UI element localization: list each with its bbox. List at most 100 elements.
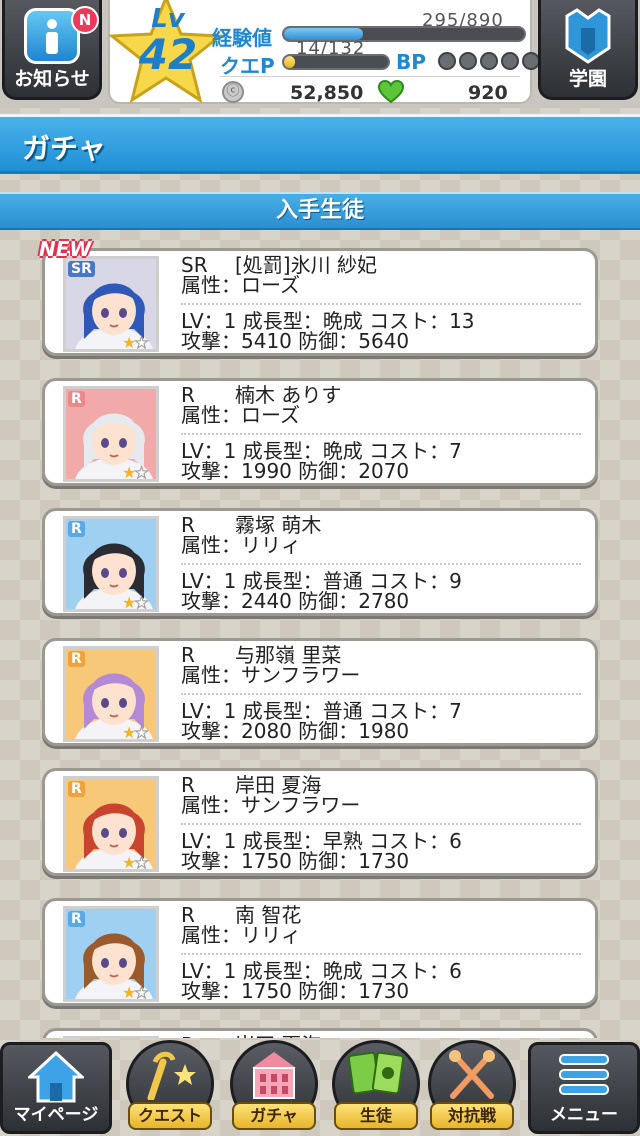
rarity-badge: R [68, 521, 85, 537]
rarity-text: R [181, 903, 195, 927]
nav-battle-label: 対抗戦 [430, 1102, 514, 1130]
student-level-info: LV：1 成長型：普通 コスト：7 [181, 699, 462, 723]
crossed-wands-icon [449, 1050, 495, 1099]
nav-quest-button[interactable]: クエスト [124, 1038, 216, 1134]
quest-points-label: クエP [220, 54, 275, 78]
student-card[interactable]: R ★★ R 与那嶺 里菜 属性：サンフラワー LV：1 成長型：普通 コスト：7 攻撃：2… [42, 638, 598, 746]
student-attack-defense: 攻撃：2080 防御：1980 [181, 719, 410, 743]
student-attack-defense: 攻撃：2440 防御：2780 [181, 589, 410, 613]
student-info: R 与那嶺 里菜 属性：サンフラワー LV：1 成長型：普通 コスト：7 攻撃：2080… [181, 645, 581, 741]
rarity-text: SR [181, 253, 208, 277]
student-name: 与那嶺 里菜 [235, 643, 342, 667]
rarity-badge: R [68, 391, 85, 407]
student-attribute: 属性：サンフラワー [181, 663, 361, 687]
level-display: Lv 42 [130, 4, 206, 76]
student-info: R 楠木 ありす 属性：ローズ LV：1 成長型：晩成 コスト：7 攻撃：1990 防御… [181, 385, 581, 481]
news-button[interactable]: N お知らせ [2, 0, 102, 100]
page-title: ガチャ [22, 132, 106, 165]
student-card[interactable]: R ★★ R 南 智花 属性：リリィ LV：1 成長型：晩成 コスト：6 攻撃：1750 防… [42, 898, 598, 1006]
building-icon [252, 1052, 296, 1099]
student-portrait: SR ★★ [63, 256, 159, 352]
info-divider [181, 303, 581, 305]
info-divider [181, 433, 581, 435]
bp-dot [438, 52, 456, 70]
rarity-text: R [181, 643, 195, 667]
coin-icon: ⓒ [222, 81, 244, 103]
exp-value: 295/890 [422, 10, 504, 31]
nav-mypage-label: マイページ [13, 1105, 99, 1125]
student-attack-defense: 攻撃：1750 防御：1730 [181, 849, 410, 873]
exp-label: 経験値 [212, 26, 272, 50]
student-attack-defense: 攻撃：1990 防御：2070 [181, 459, 410, 483]
student-card[interactable]: R ★★ R 楠木 ありす 属性：ローズ LV：1 成長型：晩成 コスト：7 攻撃：1990… [42, 378, 598, 486]
home-icon [28, 1051, 84, 1103]
student-attack-defense: 攻撃：5410 防御：5640 [181, 329, 410, 353]
student-card[interactable]: R ★★ R 岸田 夏海 属性：サンフラワー LV：1 成長型：早熟 コスト：6 攻撃：17… [42, 768, 598, 876]
student-portrait: R★★ [63, 386, 159, 482]
hamburger-menu-icon [559, 1054, 609, 1095]
rarity-badge: R [68, 781, 85, 797]
bp-dot [459, 52, 477, 70]
student-attack-defense: 攻撃：1750 防御：1730 [181, 979, 410, 1003]
bp-gauge [438, 52, 540, 70]
wand-icon [147, 1051, 196, 1100]
student-info: R 岸田 夏海 属性：サンフラワー LV：1 成長型：早熟 コスト：6 攻撃：1750 … [181, 775, 581, 871]
coin-count: 52,850 [290, 82, 364, 104]
news-label: お知らせ [14, 68, 90, 90]
heart-count: 920 [468, 82, 508, 104]
rarity-text: R [181, 513, 195, 537]
student-attribute: 属性：サンフラワー [181, 793, 361, 817]
student-info: SR [処罰]氷川 紗妃 属性：ローズ LV：1 成長型：晩成 コスト：13 攻撃：54… [181, 255, 581, 351]
info-divider [181, 953, 581, 955]
student-attribute: 属性：ローズ [181, 273, 300, 297]
level-number: 42 [138, 30, 198, 79]
student-level-info: LV：1 成長型：普通 コスト：9 [181, 569, 462, 593]
rarity-badge: R [68, 651, 85, 667]
shield-icon [565, 8, 611, 64]
nav-students-button[interactable]: 生徒 [330, 1038, 422, 1134]
student-level-info: LV：1 成長型：晩成 コスト：13 [181, 309, 475, 333]
section-title: 入手生徒 [0, 192, 640, 230]
student-info: R 霧塚 萌木 属性：リリィ LV：1 成長型：普通 コスト：9 攻撃：2440 防御：… [181, 515, 581, 611]
student-name: 南 智花 [235, 903, 302, 927]
student-portrait: R★★ [63, 906, 159, 1002]
nav-mypage-button[interactable]: マイページ [0, 1042, 112, 1134]
student-card[interactable]: R ★★ R 霧塚 萌木 属性：リリィ LV：1 成長型：普通 コスト：9 攻撃：2440 … [42, 508, 598, 616]
quest-points-value: 14/132 [296, 38, 366, 59]
student-level-info: LV：1 成長型：早熟 コスト：6 [181, 829, 462, 853]
student-info: R 南 智花 属性：リリィ LV：1 成長型：晩成 コスト：6 攻撃：1750 防御：1… [181, 905, 581, 1001]
student-attribute: 属性：リリィ [181, 533, 301, 557]
student-card[interactable]: SR ★★ NEW SR [処罰]氷川 紗妃 属性：ローズ LV：1 成長型：晩成 コスト：… [39, 237, 598, 356]
nav-gacha-label: ガチャ [232, 1102, 316, 1130]
rarity-badge: R [68, 911, 85, 927]
student-name: 岸田 夏海 [235, 773, 322, 797]
nav-gacha-button[interactable]: ガチャ [228, 1038, 320, 1134]
student-attribute: 属性：リリィ [181, 923, 301, 947]
status-divider [220, 76, 520, 77]
student-attribute: 属性：ローズ [181, 403, 300, 427]
nav-quest-label: クエスト [128, 1102, 212, 1130]
school-button[interactable]: 学園 [538, 0, 638, 100]
student-portrait: R★★ [63, 516, 159, 612]
info-divider [181, 563, 581, 565]
bp-label: BP [396, 50, 426, 74]
bp-dot [501, 52, 519, 70]
student-level-info: LV：1 成長型：晩成 コスト：6 [181, 959, 462, 983]
student-card[interactable]: R★★R岸田 夏海 [42, 1028, 598, 1038]
student-level-info: LV：1 成長型：晩成 コスト：7 [181, 439, 462, 463]
rarity-badge: SR [68, 261, 95, 277]
acquired-student-list[interactable]: SR ★★ NEW SR [処罰]氷川 紗妃 属性：ローズ LV：1 成長型：晩成 コスト：… [0, 230, 640, 1038]
student-portrait: R★★ [63, 776, 159, 872]
new-tag: NEW [39, 237, 92, 261]
new-badge: N [71, 6, 99, 34]
school-label: 学園 [568, 68, 607, 90]
student-name: 楠木 ありす [235, 383, 342, 407]
nav-students-label: 生徒 [334, 1102, 418, 1130]
bottom-navigation: マイページ クエスト ガチャ 生徒 対抗戦 メニュー [0, 1038, 640, 1136]
page-title-bar: ガチャ [0, 114, 640, 174]
nav-menu-button[interactable]: メニュー [528, 1042, 640, 1134]
rarity-text: R [181, 383, 195, 407]
heart-icon [378, 80, 404, 104]
rarity-text: R [181, 773, 195, 797]
nav-battle-button[interactable]: 対抗戦 [426, 1038, 518, 1134]
